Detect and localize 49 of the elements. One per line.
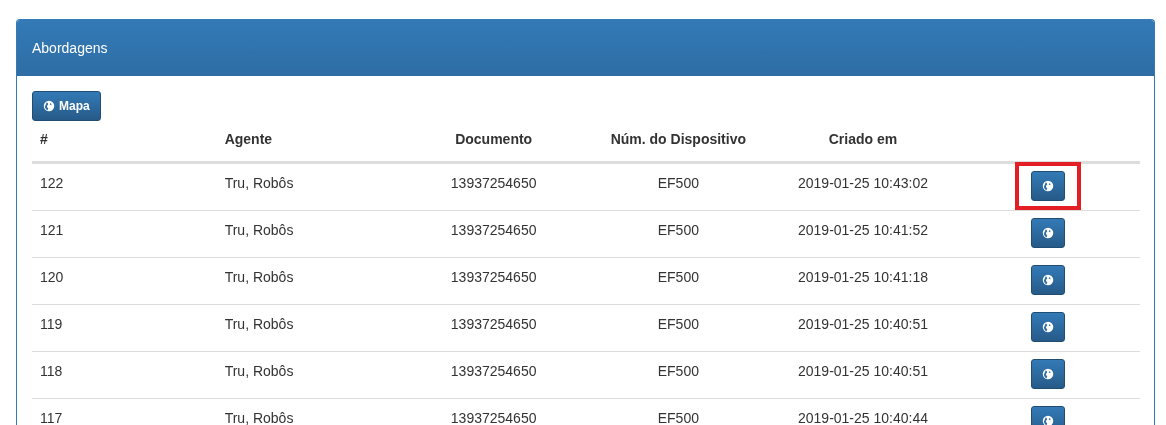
table-cell-text: 13937254650: [449, 409, 538, 425]
globe-icon: [1041, 180, 1054, 192]
table-cell-text: Tru, Robôs: [223, 174, 295, 191]
globe-icon: [1041, 227, 1054, 239]
table-cell-text: 2019-01-25 10:40:51: [797, 362, 929, 379]
map-button[interactable]: [1030, 171, 1065, 201]
table-cell-text: 117: [39, 409, 64, 425]
table-cell-text: 122: [39, 174, 65, 191]
table-cell-text: 2019-01-25 10:40:51: [797, 315, 929, 332]
table-cell-text: 2019-01-25 10:41:52: [797, 221, 929, 238]
column-header: #: [39, 130, 49, 147]
globe-icon: [1041, 274, 1054, 286]
table-cell-text: EF500: [656, 221, 700, 238]
table-cell-text: 121: [39, 221, 65, 238]
map-button[interactable]: [1030, 218, 1065, 248]
table-cell-text: 2019-01-25 10:43:02: [797, 174, 929, 191]
table-cell-text: EF500: [656, 409, 700, 425]
table-cell-text: 119: [39, 315, 64, 332]
table-cell-text: Tru, Robôs: [223, 268, 295, 285]
table-cell-text: EF500: [656, 174, 700, 191]
table-cell-text: Tru, Robôs: [223, 221, 295, 238]
table-cell-text: Tru, Robôs: [223, 362, 295, 379]
table-cell-text: 118: [39, 362, 64, 379]
column-header: Documento: [454, 130, 534, 147]
globe-icon: [43, 100, 55, 112]
table-cell-text: Tru, Robôs: [223, 315, 295, 332]
globe-icon: [1041, 415, 1054, 425]
map-button[interactable]: [1030, 359, 1065, 389]
column-header: Agente: [223, 130, 274, 147]
column-header: Núm. do Dispositivo: [609, 130, 747, 147]
table-cell-text: 2019-01-25 10:40:44: [797, 409, 929, 425]
table-cell-text: EF500: [656, 268, 700, 285]
map-button[interactable]: [1030, 265, 1065, 295]
table-cell-text: Tru, Robôs: [223, 409, 295, 425]
table-cell-text: EF500: [656, 362, 700, 379]
map-button[interactable]: [1030, 312, 1065, 342]
table-cell-text: 13937254650: [449, 174, 538, 191]
panel-title: Abordagens: [17, 20, 1154, 76]
table-cell-text: 2019-01-25 10:41:18: [797, 268, 929, 285]
map-button[interactable]: Mapa: [32, 91, 101, 121]
table-cell-text: 13937254650: [449, 268, 538, 285]
table-cell-text: 13937254650: [449, 362, 538, 379]
table-cell-text: 120: [39, 268, 65, 285]
table-cell-text: EF500: [656, 315, 700, 332]
globe-icon: [1041, 368, 1054, 380]
globe-icon: [1041, 321, 1054, 333]
table-cell-text: 13937254650: [449, 221, 538, 238]
table-cell-text: 13937254650: [449, 315, 538, 332]
column-header: Criado em: [827, 130, 899, 147]
